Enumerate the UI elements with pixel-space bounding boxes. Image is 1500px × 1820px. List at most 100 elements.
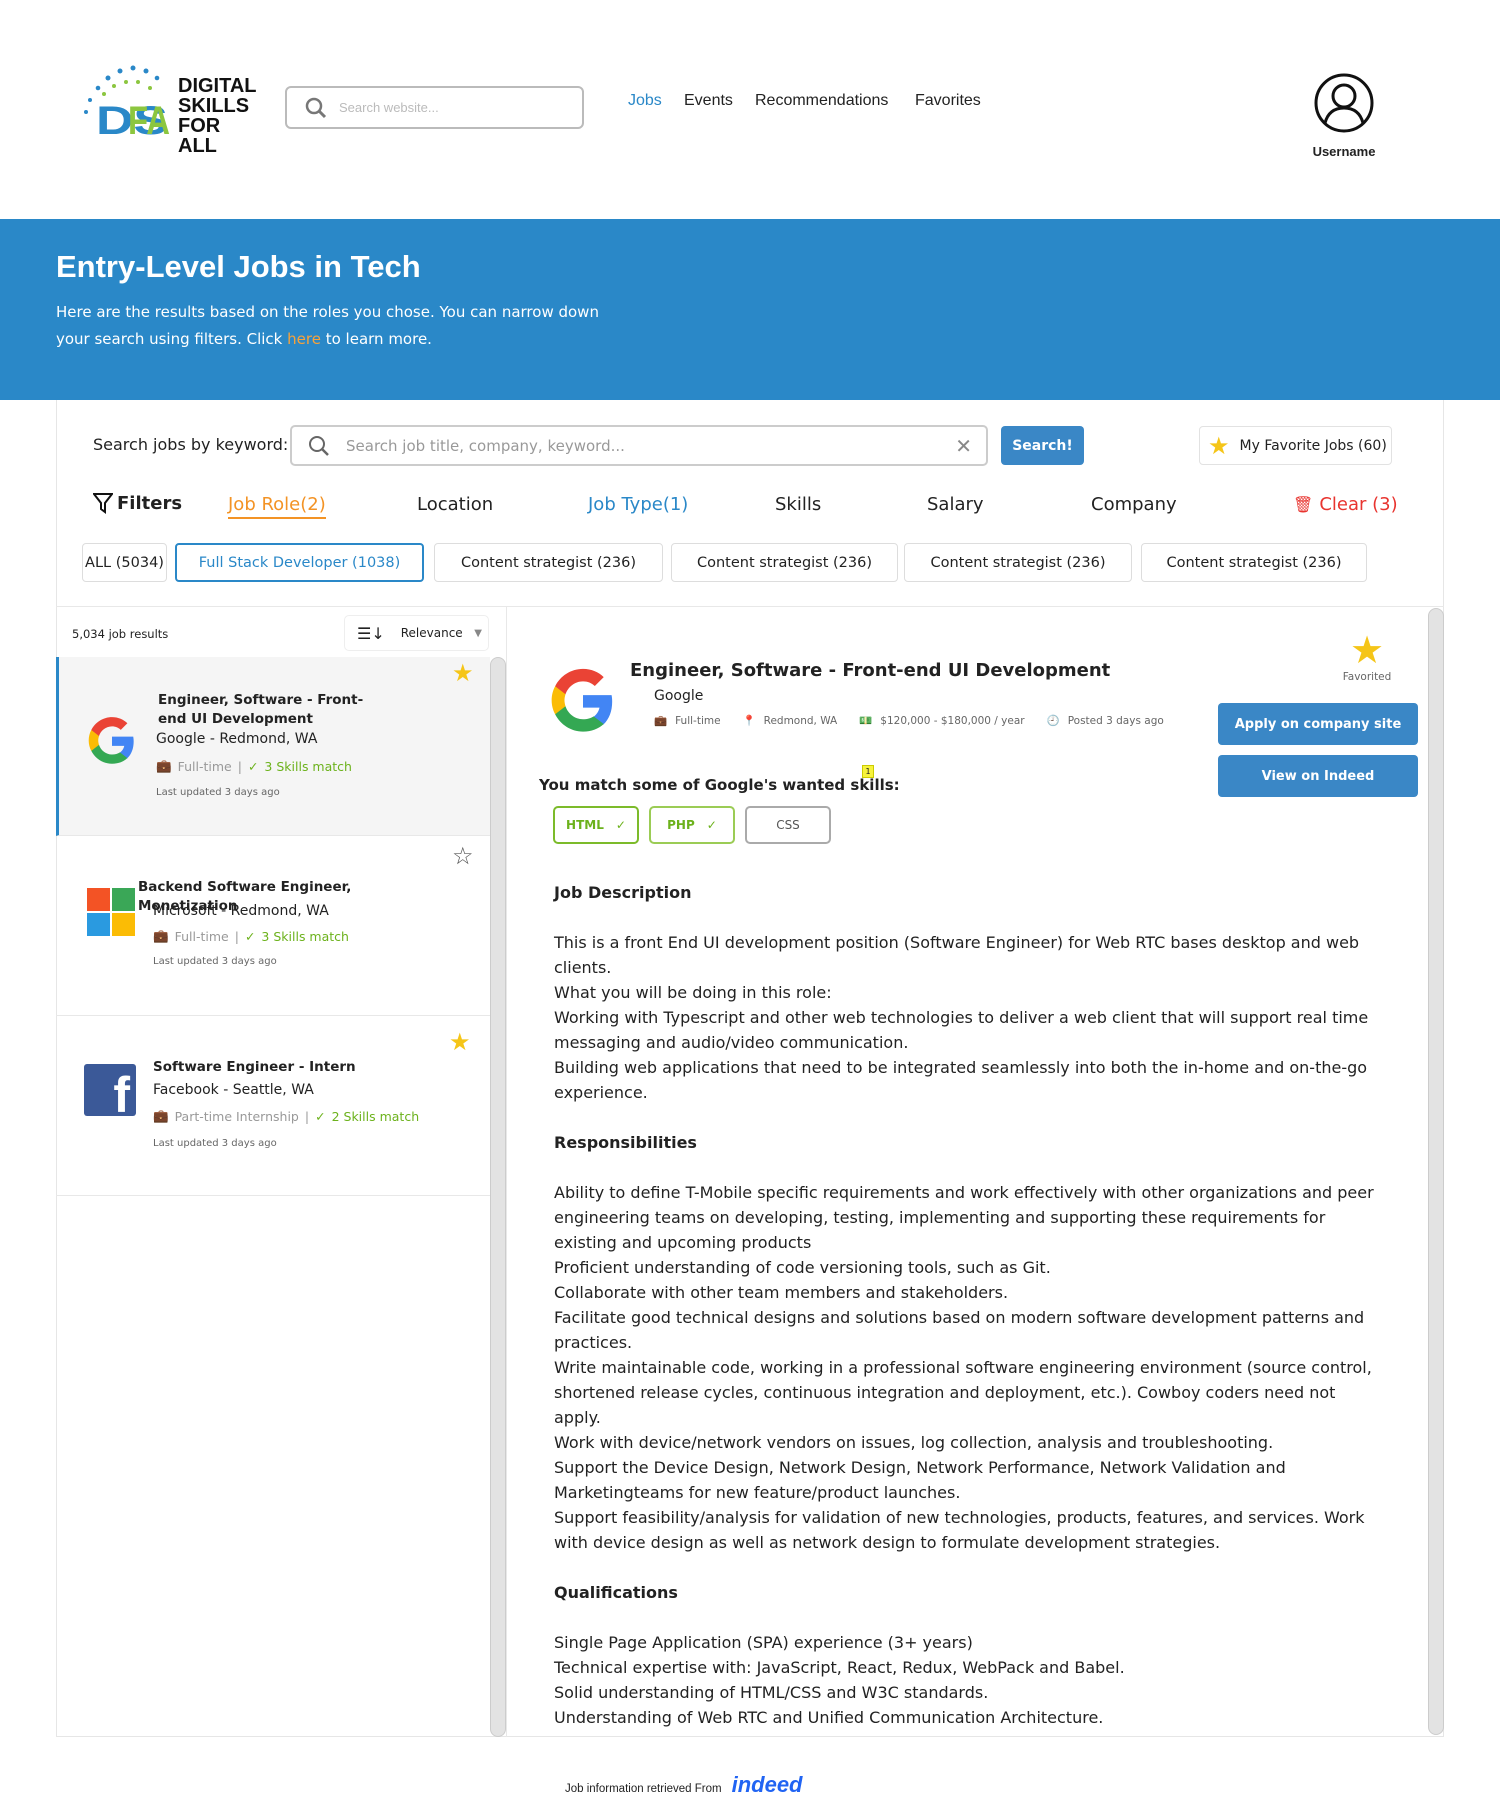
banner-text: Here are the results based on the roles … bbox=[56, 299, 616, 353]
hero-banner: Entry-Level Jobs in Tech Here are the re… bbox=[0, 219, 1500, 400]
username: Username bbox=[1312, 144, 1376, 159]
site-logo[interactable]: DS FA DIGITAL SKILLS FOR ALL bbox=[78, 62, 258, 156]
resp-line: Collaborate with other team members and … bbox=[554, 1283, 1009, 1302]
facebook-logo: f bbox=[84, 1064, 136, 1116]
user-avatar-icon bbox=[1314, 73, 1374, 133]
google-logo bbox=[88, 717, 134, 764]
sort-dropdown[interactable]: ☰↓ Relevance ▼ bbox=[344, 615, 489, 651]
detail-location: Redmond, WA bbox=[763, 714, 838, 727]
comment-badge[interactable]: 1 bbox=[862, 765, 874, 778]
my-favorite-jobs-button[interactable]: ★ My Favorite Jobs (60) bbox=[1199, 426, 1392, 465]
footer-text: Job information retrieved From bbox=[565, 1783, 722, 1795]
search-button[interactable]: Search! bbox=[1001, 426, 1084, 465]
view-on-indeed-button[interactable]: View on Indeed bbox=[1218, 755, 1418, 797]
check-icon: ✓ bbox=[706, 818, 717, 832]
search-icon bbox=[305, 97, 327, 118]
nav-jobs[interactable]: Jobs bbox=[628, 92, 662, 110]
job-type: Part-time Internship bbox=[174, 1108, 299, 1124]
apply-button[interactable]: Apply on company site bbox=[1218, 703, 1418, 745]
search-placeholder: Search website... bbox=[339, 100, 439, 115]
qual-line: Understanding of Web RTC and Unified Com… bbox=[554, 1708, 1104, 1727]
list-scrollbar[interactable] bbox=[490, 657, 506, 1737]
detail-salary: $120,000 - $180,000 / year bbox=[880, 714, 1025, 727]
skills-match: 3 Skills match bbox=[261, 928, 349, 944]
divider bbox=[506, 606, 507, 1737]
briefcase-icon: 💼 bbox=[153, 1108, 169, 1123]
check-icon: ✓ bbox=[615, 818, 626, 832]
last-updated: Last updated 3 days ago bbox=[153, 956, 277, 967]
sort-value: Relevance bbox=[400, 626, 463, 640]
chip-role[interactable]: Content strategist (236) bbox=[1141, 543, 1367, 582]
filters-label: Filters bbox=[93, 492, 182, 514]
chip-all[interactable]: ALL (5034) bbox=[82, 543, 167, 582]
last-updated: Last updated 3 days ago bbox=[153, 1138, 277, 1149]
last-updated: Last updated 3 days ago bbox=[156, 787, 280, 798]
chip-role[interactable]: Content strategist (236) bbox=[671, 543, 898, 582]
tab-company[interactable]: Company bbox=[1091, 494, 1177, 515]
job-card[interactable]: f Software Engineer - Intern Facebook - … bbox=[56, 1016, 490, 1196]
chip-role[interactable]: Content strategist (236) bbox=[904, 543, 1132, 582]
divider bbox=[56, 606, 1444, 607]
skills-match: 3 Skills match bbox=[264, 758, 352, 774]
tab-salary[interactable]: Salary bbox=[927, 494, 984, 515]
clear-filters-button[interactable]: 🗑 Clear (3) bbox=[1293, 494, 1398, 515]
trash-icon: 🗑 bbox=[1293, 495, 1314, 514]
resp-line: Proficient understanding of code version… bbox=[554, 1258, 1051, 1277]
skills-match: 2 Skills match bbox=[331, 1108, 420, 1124]
resp-line: Work with device/network vendors on issu… bbox=[554, 1433, 1274, 1452]
logo-text: DIGITAL SKILLS FOR ALL bbox=[178, 75, 257, 157]
detail-scrollbar[interactable] bbox=[1428, 608, 1444, 1735]
favorite-star-icon[interactable]: ★ bbox=[452, 659, 474, 687]
resp-line: Ability to define T-Mobile specific requ… bbox=[554, 1183, 1374, 1252]
page-title: Entry-Level Jobs in Tech bbox=[56, 249, 421, 284]
job-card[interactable]: Engineer, Software - Front-end UI Develo… bbox=[56, 657, 490, 836]
detail-company: Google bbox=[654, 688, 704, 704]
check-icon: ✓ bbox=[244, 928, 256, 944]
detail-type: Full-time bbox=[675, 714, 721, 727]
money-icon: 💵 bbox=[859, 715, 873, 727]
svg-text:FA: FA bbox=[128, 99, 170, 138]
user-menu[interactable]: Username bbox=[1300, 72, 1388, 159]
briefcase-icon: 💼 bbox=[156, 758, 172, 773]
detail-job-title: Engineer, Software - Front-end UI Develo… bbox=[630, 660, 1111, 681]
chip-role[interactable]: Content strategist (236) bbox=[434, 543, 663, 582]
qual-line: Single Page Application (SPA) experience… bbox=[554, 1633, 973, 1652]
favorited-label: Favorited bbox=[1342, 671, 1392, 683]
favorited-star-icon[interactable]: ★ bbox=[1350, 628, 1384, 672]
favorite-star-outline-icon[interactable]: ☆ bbox=[452, 842, 474, 870]
job-title: Engineer, Software - Front-end UI Develo… bbox=[158, 692, 364, 727]
resp-line: Write maintainable code, working in a pr… bbox=[554, 1358, 1372, 1427]
resp-line: Support the Device Design, Network Desig… bbox=[554, 1458, 1286, 1502]
detail-meta: 💼 Full-time 📍 Redmond, WA 💵 $120,000 - $180… bbox=[654, 714, 1164, 728]
site-search-input[interactable]: Search website... bbox=[285, 86, 584, 129]
tab-location[interactable]: Location bbox=[417, 494, 493, 515]
location-pin-icon: 📍 bbox=[742, 715, 756, 727]
briefcase-icon: 💼 bbox=[654, 715, 668, 727]
skill-css: CSS bbox=[745, 806, 831, 844]
resp-line: Facilitate good technical designs and so… bbox=[554, 1308, 1365, 1352]
qualifications-heading: Qualifications bbox=[554, 1583, 678, 1602]
indeed-logo[interactable]: indeed bbox=[732, 1772, 803, 1798]
clear-label: Clear (3) bbox=[1319, 494, 1398, 515]
tab-skills[interactable]: Skills bbox=[775, 494, 821, 515]
skills-heading: You match some of Google's wanted skills… bbox=[539, 776, 900, 794]
nav-recommendations[interactable]: Recommendations bbox=[755, 92, 888, 110]
check-icon: ✓ bbox=[315, 1108, 326, 1124]
logo-dots-icon: DS FA bbox=[84, 65, 170, 138]
nav-favorites[interactable]: Favorites bbox=[915, 92, 981, 110]
keyword-placeholder: Search job title, company, keyword... bbox=[346, 436, 625, 455]
keyword-search-input[interactable]: Search job title, company, keyword... ✕ bbox=[290, 425, 988, 466]
job-card[interactable]: Backend Software Engineer, Monetization … bbox=[56, 836, 490, 1016]
favorite-star-icon[interactable]: ★ bbox=[449, 1028, 471, 1056]
learn-more-link[interactable]: here bbox=[287, 330, 321, 348]
footer: Job information retrieved From indeed bbox=[565, 1772, 803, 1798]
tab-job-type[interactable]: Job Type(1) bbox=[588, 494, 688, 515]
clear-search-icon[interactable]: ✕ bbox=[955, 434, 972, 458]
resp-line: Support feasibility/analysis for validat… bbox=[554, 1508, 1365, 1552]
description-heading: Job Description bbox=[554, 883, 692, 902]
chip-full-stack[interactable]: Full Stack Developer (1038) bbox=[175, 543, 424, 582]
chevron-down-icon: ▼ bbox=[474, 627, 482, 639]
nav-events[interactable]: Events bbox=[684, 92, 733, 110]
microsoft-logo bbox=[87, 888, 135, 936]
tab-job-role[interactable]: Job Role(2) bbox=[228, 494, 326, 519]
